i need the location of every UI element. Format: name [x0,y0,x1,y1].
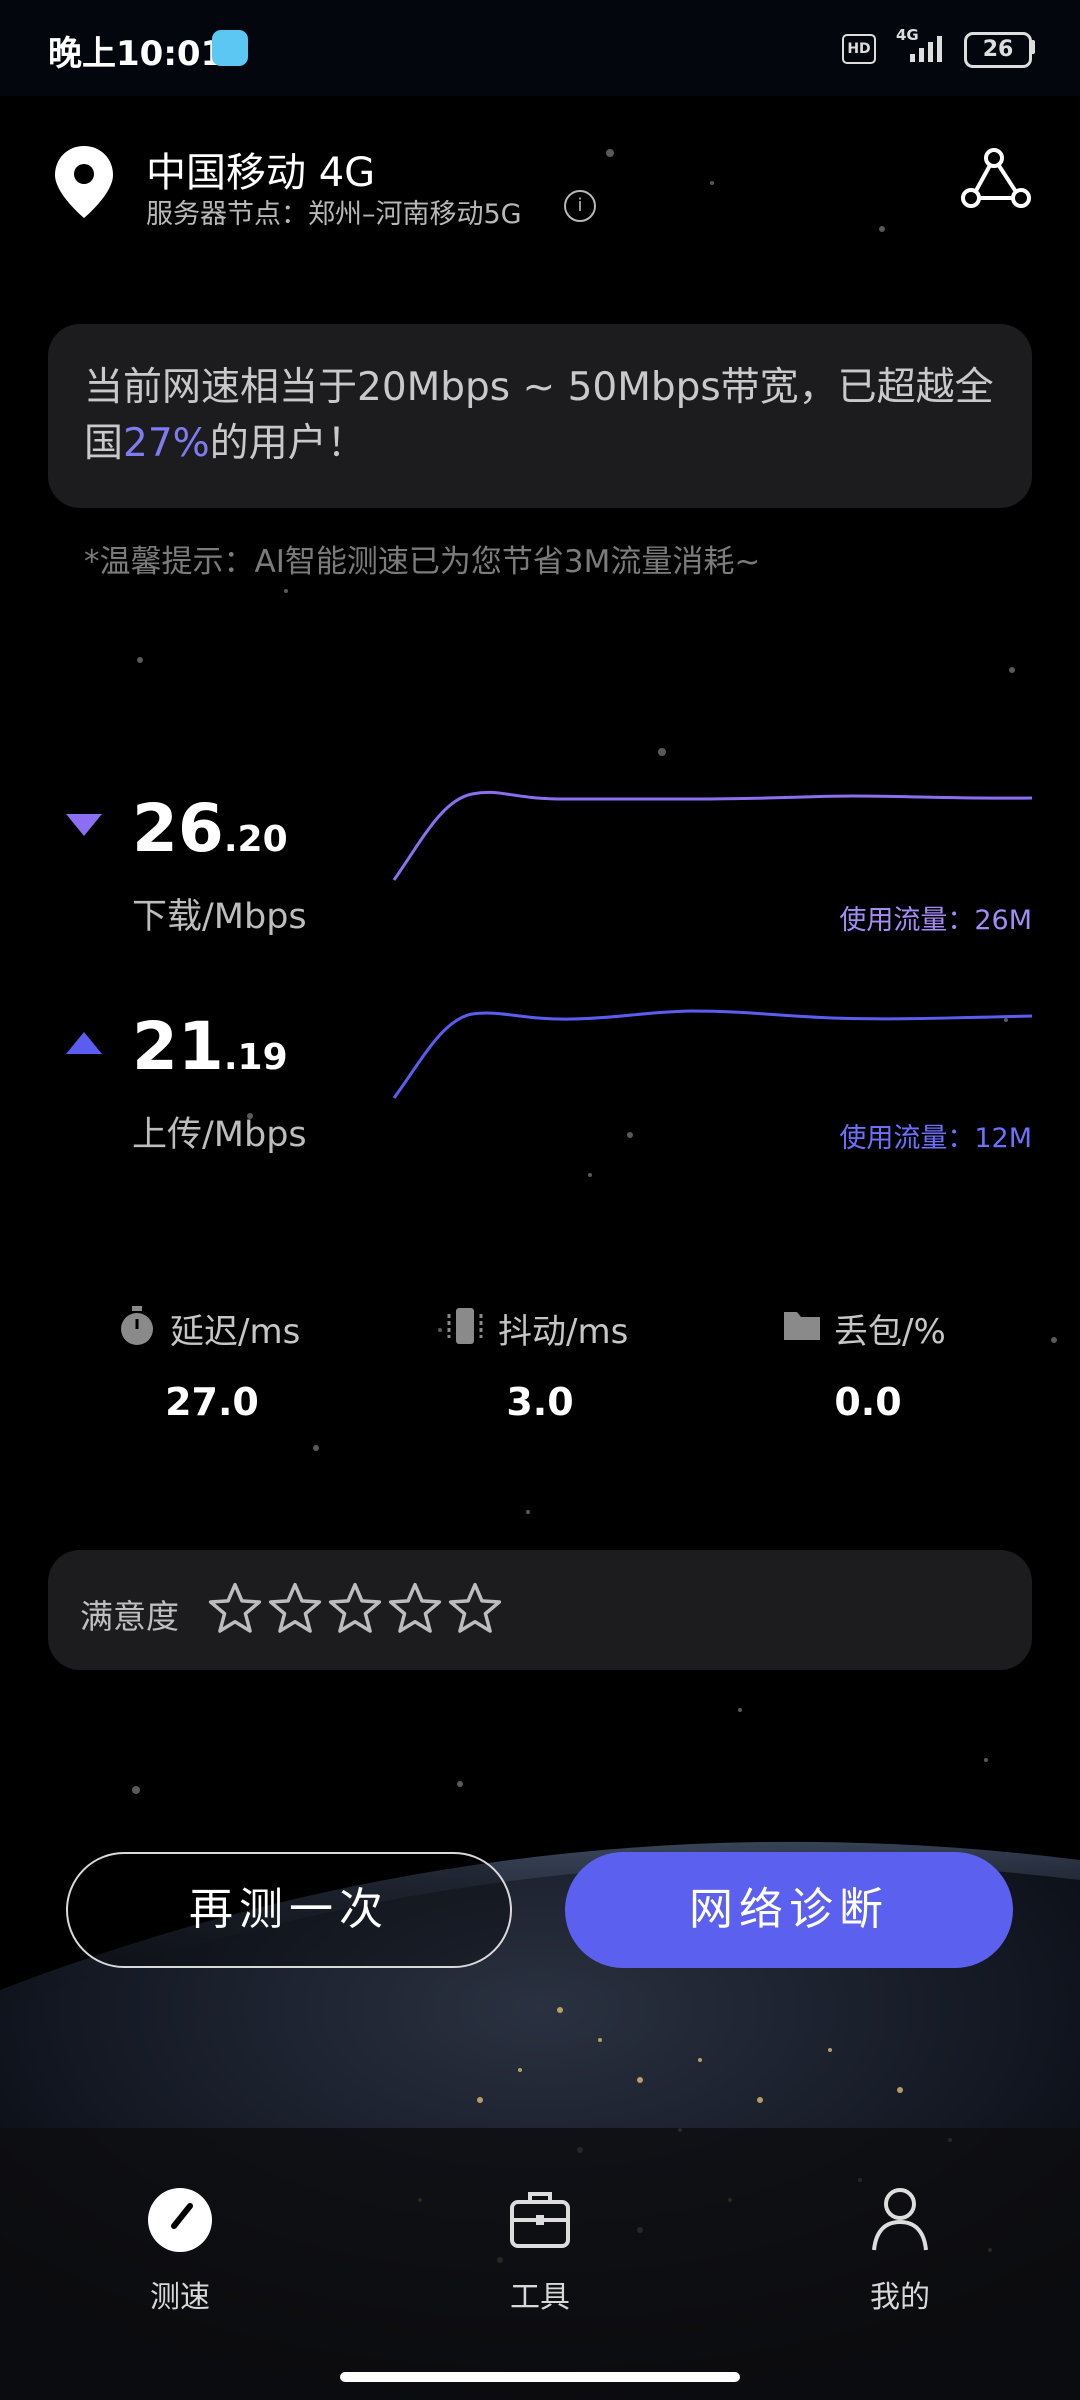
upload-arrow-icon [66,1032,102,1054]
upload-speed-graph [392,1009,1033,1099]
nav-label-profile: 我的 [870,2280,930,2315]
download-unit: 下载/Mbps [132,897,307,937]
upload-usage: 使用流量：12M [839,1123,1032,1154]
tip-text: *温馨提示：AI智能测速已为您节省3M流量消耗~ [84,544,761,580]
rating-card [48,1550,1032,1670]
star-icon[interactable] [446,1580,504,1638]
battery-icon: 26 [964,32,1032,68]
upload-decimal: .19 [223,1037,288,1078]
server-node: 服务器节点：郑州–河南移动5G [146,199,522,230]
nav-label-tools: 工具 [510,2280,570,2315]
info-icon[interactable]: i [564,190,596,222]
rating-label: 满意度 [80,1597,179,1636]
star-icon[interactable] [326,1580,384,1638]
diagnose-button[interactable]: 网络诊断 [565,1852,1013,1968]
download-speed: 26.20 [132,790,288,867]
jitter-value: 3.0 [506,1380,574,1424]
star-icon[interactable] [266,1580,324,1638]
download-arrow-icon [66,814,102,836]
upload-speed: 21.19 [132,1008,288,1085]
summary-percent: 27% [123,421,210,466]
jitter-label: 抖动/ms [498,1312,629,1352]
summary-text: 当前网速相当于20Mbps ~ 50Mbps带宽，已超越全国27%的用户！ [84,360,1014,472]
retest-button[interactable]: 再测一次 [66,1852,512,1968]
vibration-icon [447,1308,483,1344]
app-notification-icon [212,30,248,66]
download-decimal: .20 [223,819,288,860]
summary-suffix: 的用户！ [209,421,366,466]
carrier-title: 中国移动 4G [146,150,376,196]
signal-icon [910,36,942,62]
download-usage: 使用流量：26M [839,905,1032,936]
status-time: 晚上10:01 [48,34,225,74]
download-integer: 26 [132,790,224,867]
home-indicator[interactable] [340,2372,740,2382]
location-pin-icon [55,146,113,218]
toolbox-icon [510,2192,570,2248]
share-nodes-icon[interactable] [958,146,1034,212]
stopwatch-icon [121,1306,153,1345]
folder-icon [784,1312,820,1340]
latency-label: 延迟/ms [170,1312,301,1352]
battery-tip [1030,40,1035,54]
nav-item-profile[interactable]: 我的 [820,2180,980,2315]
star-icon[interactable] [386,1580,444,1638]
nav-item-tools[interactable]: 工具 [460,2180,620,2315]
upload-integer: 21 [132,1008,224,1085]
hd-icon: HD [842,34,876,64]
packet-loss-value: 0.0 [834,1380,902,1424]
upload-unit: 上传/Mbps [132,1115,307,1155]
nav-item-speedtest[interactable]: 测速 [100,2180,260,2315]
user-icon [872,2188,928,2251]
speedometer-icon [148,2188,212,2252]
star-icon[interactable] [206,1580,264,1638]
nav-label-speedtest: 测速 [150,2280,210,2315]
rating-stars [206,1580,506,1642]
latency-value: 27.0 [165,1380,259,1424]
packet-loss-label: 丢包/% [834,1312,946,1352]
download-speed-graph [392,790,1033,881]
